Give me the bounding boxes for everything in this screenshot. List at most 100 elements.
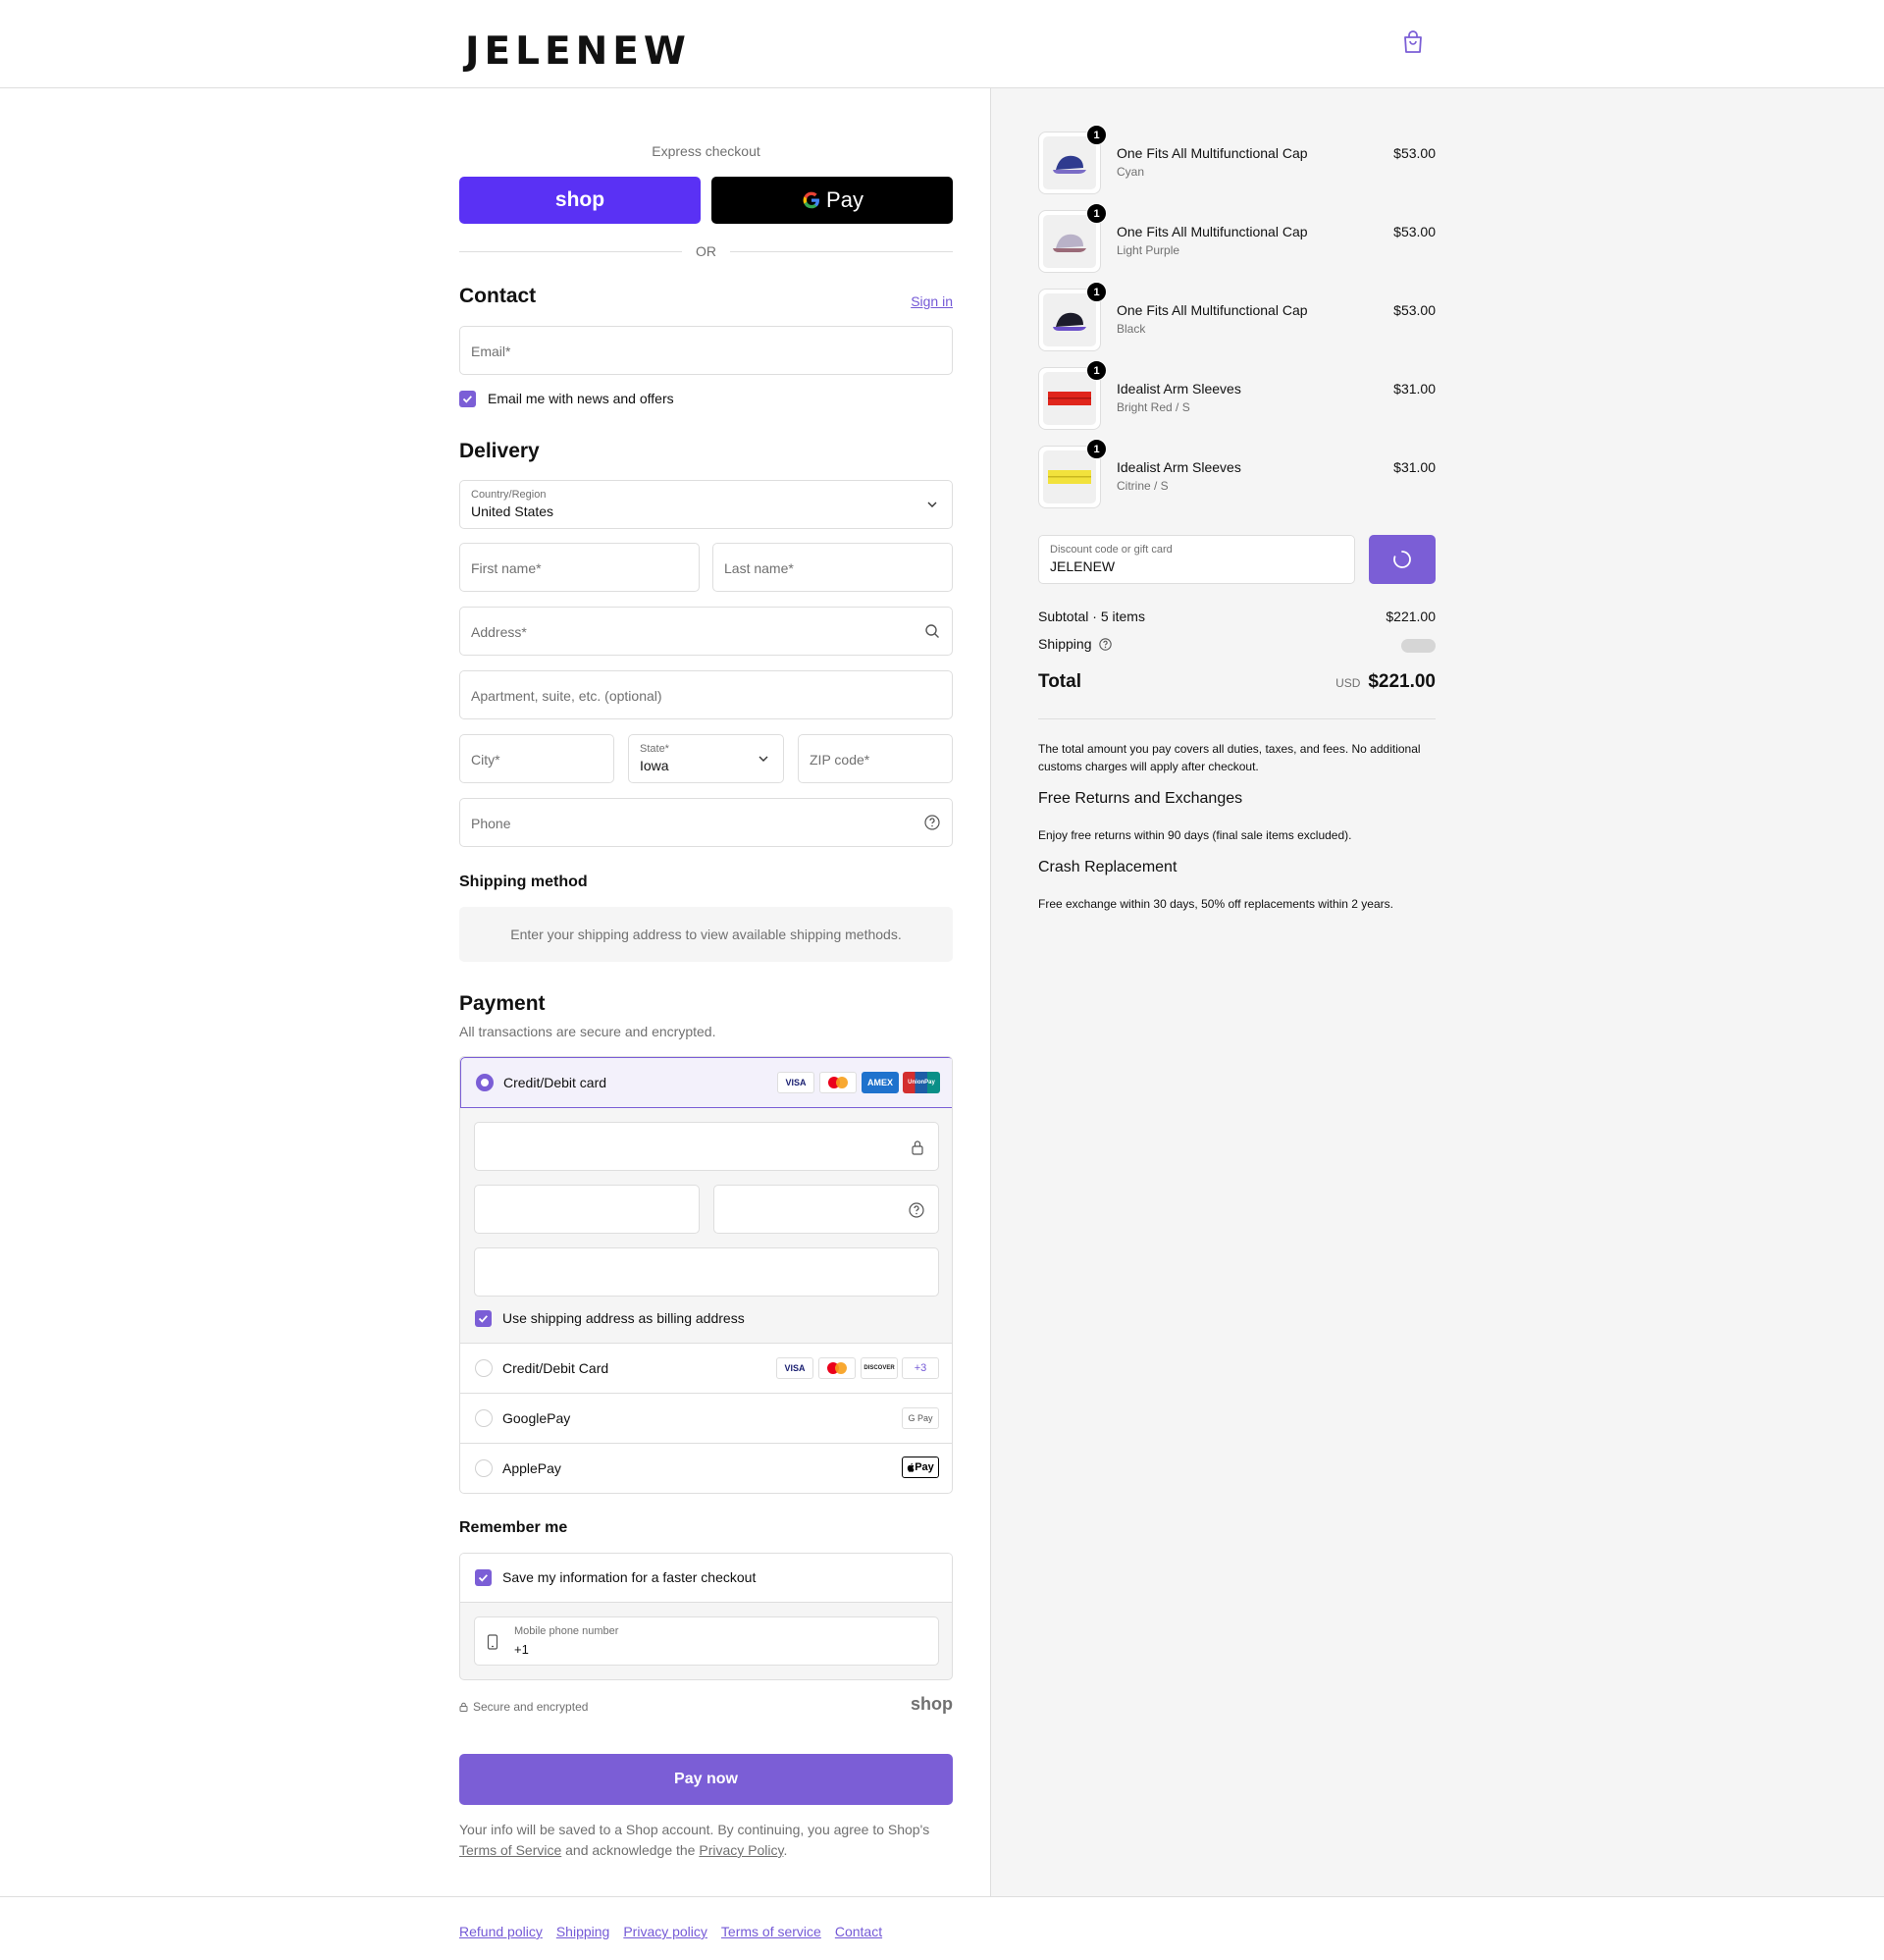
- contact-title: Contact: [459, 285, 537, 307]
- item-variant: Black: [1117, 322, 1146, 336]
- payment-option-card-2[interactable]: Credit/Debit Card VISA DISCOVER +3: [460, 1344, 952, 1394]
- google-pay-button[interactable]: Pay: [711, 177, 953, 224]
- country-value: United States: [471, 503, 554, 519]
- payment-radio-selected[interactable]: [476, 1074, 494, 1091]
- item-variant: Light Purple: [1117, 243, 1180, 257]
- payment-option-card[interactable]: Credit/Debit card VISA AMEX UnionPay: [460, 1057, 952, 1108]
- google-pay-label: Pay: [826, 187, 864, 212]
- legal-text-3: .: [783, 1842, 788, 1858]
- card-number-field[interactable]: [474, 1122, 939, 1171]
- cap-image: [1053, 155, 1086, 174]
- mobile-phone-field[interactable]: Mobile phone number +1: [474, 1616, 939, 1666]
- help-circle-icon[interactable]: [1099, 638, 1113, 651]
- city-field[interactable]: City*: [459, 734, 614, 783]
- payment-option-googlepay[interactable]: GooglePay G Pay: [460, 1394, 952, 1444]
- payment-option-applepay[interactable]: ApplePay Pay: [460, 1444, 952, 1493]
- loading-spinner-icon: [1393, 551, 1411, 568]
- shop-pay-label: shop: [554, 188, 605, 211]
- quantity-badge: 1: [1086, 439, 1107, 459]
- discount-value: JELENEW: [1050, 558, 1116, 574]
- visa-logo: VISA: [776, 1357, 813, 1379]
- state-label: State*: [640, 743, 669, 755]
- shop-pay-button[interactable]: shop: [459, 177, 701, 224]
- contact-link[interactable]: Contact: [835, 1924, 882, 1939]
- terms-of-service-link[interactable]: Terms of service: [721, 1924, 821, 1939]
- cap-image: [1053, 312, 1086, 331]
- payment-radio[interactable]: [475, 1359, 493, 1377]
- payment-option-label: Credit/Debit card: [503, 1075, 607, 1090]
- order-summary: 1 One Fits All Multifunctional Cap Cyan …: [990, 88, 1884, 1897]
- payment-subtitle: All transactions are secure and encrypte…: [459, 1024, 716, 1039]
- discount-code-field[interactable]: Discount code or gift card JELENEW: [1038, 535, 1355, 584]
- address-field[interactable]: Address*: [459, 607, 953, 656]
- quantity-badge: 1: [1086, 125, 1107, 145]
- sign-in-link[interactable]: Sign in: [911, 293, 953, 309]
- state-value: Iowa: [640, 758, 669, 773]
- news-checkbox[interactable]: [459, 391, 476, 407]
- refund-policy-link[interactable]: Refund policy: [459, 1924, 543, 1939]
- mastercard-logo: [819, 1072, 857, 1093]
- shipping-method-title: Shipping method: [459, 874, 588, 890]
- first-name-placeholder: First name*: [471, 560, 542, 576]
- item-variant: Cyan: [1117, 165, 1145, 179]
- address-placeholder: Address*: [471, 624, 527, 640]
- pay-now-button[interactable]: Pay now: [459, 1754, 953, 1805]
- google-pay-logo: G Pay: [902, 1407, 939, 1429]
- header: JELENEW: [0, 0, 1884, 88]
- help-circle-icon[interactable]: [924, 815, 940, 830]
- payment-radio[interactable]: [475, 1409, 493, 1427]
- shipping-link[interactable]: Shipping: [556, 1924, 610, 1939]
- expiration-date-field[interactable]: [474, 1185, 700, 1234]
- billing-address-checkbox[interactable]: [475, 1310, 492, 1327]
- item-price: $53.00: [1393, 145, 1436, 161]
- line-item: 1 One Fits All Multifunctional Cap Light…: [1038, 203, 1436, 273]
- total-currency: USD: [1335, 676, 1361, 690]
- discover-logo: DISCOVER: [861, 1357, 898, 1379]
- quantity-badge: 1: [1086, 360, 1107, 381]
- discount-label: Discount code or gift card: [1050, 544, 1173, 556]
- phone-field[interactable]: Phone: [459, 798, 953, 847]
- name-on-card-field[interactable]: [474, 1247, 939, 1297]
- google-g-icon: [803, 191, 820, 209]
- footer-links: Refund policy Shipping Privacy policy Te…: [459, 1924, 882, 1939]
- apple-icon: [908, 1462, 915, 1472]
- last-name-field[interactable]: Last name*: [712, 543, 953, 592]
- security-code-field[interactable]: [713, 1185, 939, 1234]
- shop-brand-logo: shop: [911, 1694, 953, 1714]
- privacy-policy-link[interactable]: Privacy policy: [623, 1924, 707, 1939]
- privacy-policy-link[interactable]: Privacy Policy: [699, 1842, 783, 1858]
- item-name: Idealist Arm Sleeves: [1117, 459, 1241, 475]
- country-select[interactable]: Country/Region United States: [459, 480, 953, 529]
- mobile-phone-icon: [487, 1634, 498, 1650]
- apartment-placeholder: Apartment, suite, etc. (optional): [471, 688, 662, 704]
- payment-option-label: GooglePay: [502, 1410, 571, 1426]
- quantity-badge: 1: [1086, 203, 1107, 224]
- apartment-field[interactable]: Apartment, suite, etc. (optional): [459, 670, 953, 719]
- store-logo[interactable]: JELENEW: [465, 29, 691, 74]
- state-select[interactable]: State* Iowa: [628, 734, 784, 783]
- zip-field[interactable]: ZIP code*: [798, 734, 953, 783]
- shipping-label: Shipping: [1038, 636, 1092, 652]
- last-name-placeholder: Last name*: [724, 560, 794, 576]
- returns-title: Free Returns and Exchanges: [1038, 790, 1243, 807]
- visa-logo: VISA: [777, 1072, 814, 1093]
- total-value: $221.00: [1368, 671, 1436, 692]
- save-info-checkbox[interactable]: [475, 1569, 492, 1586]
- save-info-row[interactable]: Save my information for a faster checkou…: [460, 1554, 952, 1603]
- subtotal-label: Subtotal · 5 items: [1038, 609, 1145, 624]
- terms-of-service-link[interactable]: Terms of Service: [459, 1842, 561, 1858]
- item-name: One Fits All Multifunctional Cap: [1117, 224, 1308, 239]
- unionpay-logo: UnionPay: [903, 1072, 940, 1093]
- shopping-bag-icon[interactable]: [1401, 29, 1425, 55]
- apply-discount-button[interactable]: [1369, 535, 1436, 584]
- item-price: $53.00: [1393, 302, 1436, 318]
- first-name-field[interactable]: First name*: [459, 543, 700, 592]
- item-variant: Bright Red / S: [1117, 400, 1190, 414]
- payment-radio[interactable]: [475, 1459, 493, 1477]
- help-circle-icon[interactable]: [909, 1202, 924, 1218]
- country-label: Country/Region: [471, 489, 547, 501]
- mastercard-logo: [818, 1357, 856, 1379]
- crash-replacement-title: Crash Replacement: [1038, 859, 1178, 875]
- amex-logo: AMEX: [862, 1072, 899, 1093]
- email-field[interactable]: Email*: [459, 326, 953, 375]
